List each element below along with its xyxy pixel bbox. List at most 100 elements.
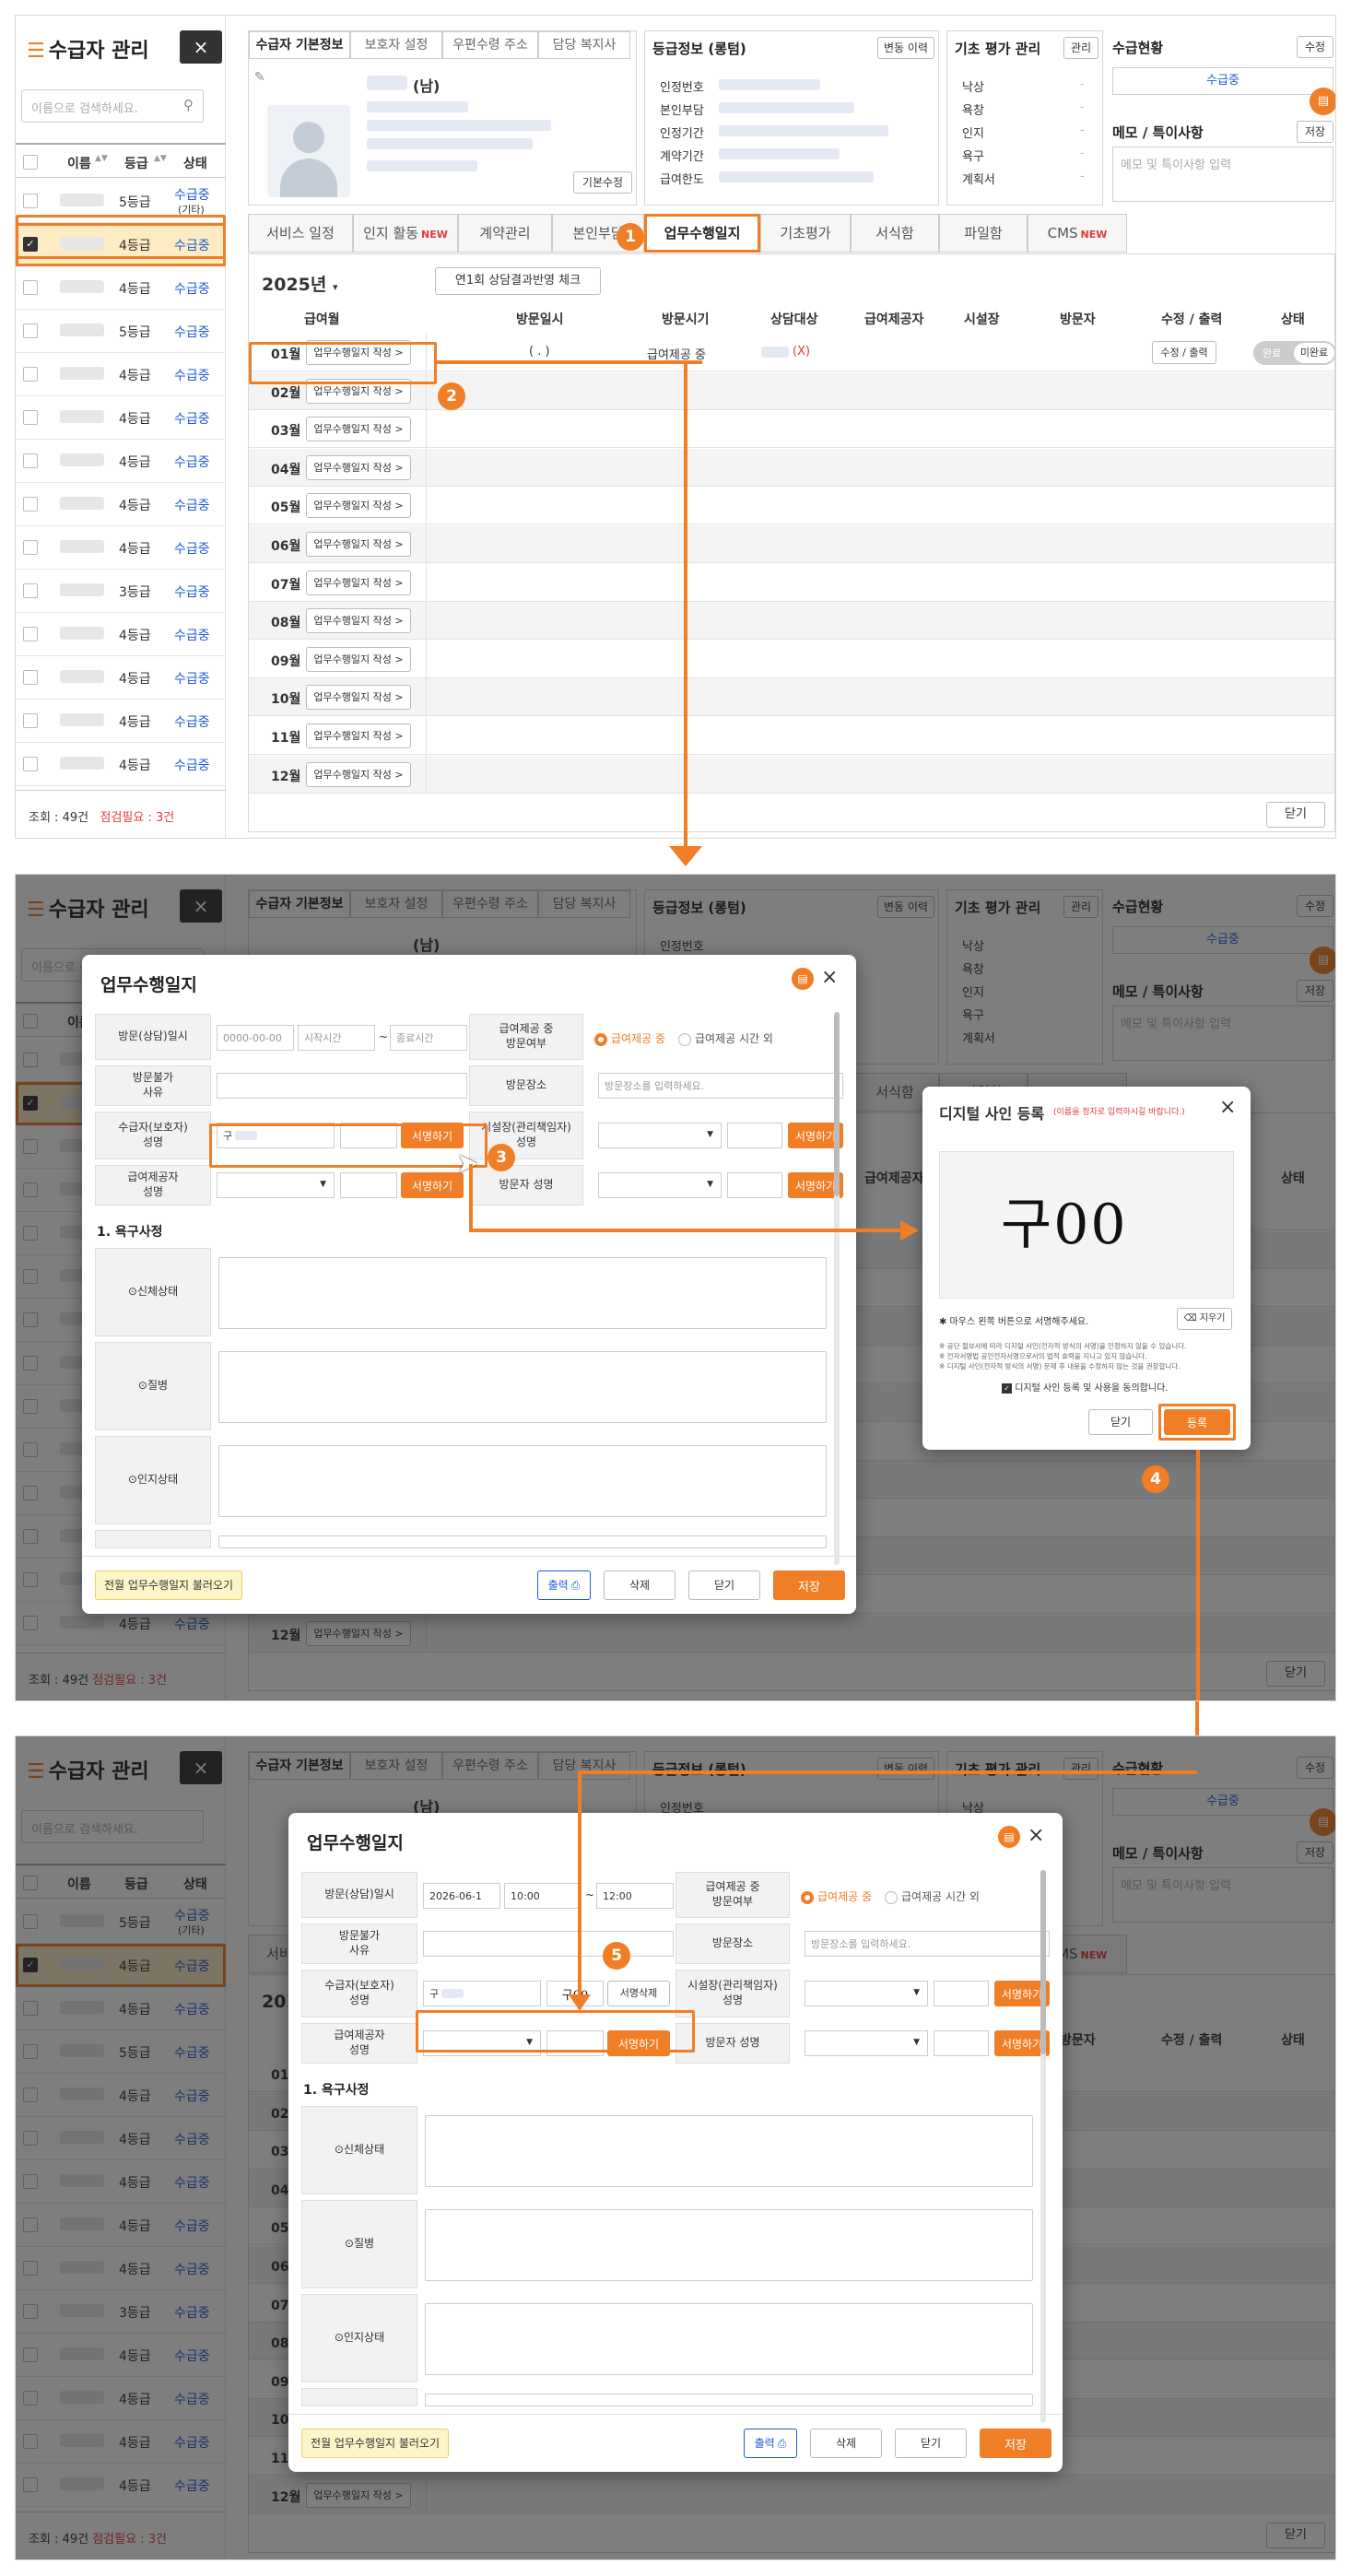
end-time-input[interactable]: 12:00	[596, 1883, 674, 1909]
modal-close-button[interactable]: 닫기	[688, 1570, 760, 1600]
sidebar-row[interactable]: 4등급 수급중	[16, 266, 226, 310]
director-select[interactable]: ▼	[598, 1123, 722, 1148]
visitor-sign-box[interactable]	[934, 2030, 989, 2056]
during-radio-group[interactable]: 급여제공 중 급여제공 시간 외	[801, 1888, 980, 1904]
tab-basic-info[interactable]: 수급자 기본정보	[249, 31, 350, 59]
provider-select[interactable]: ▼	[217, 1172, 335, 1198]
document-icon[interactable]: ▤	[1310, 88, 1335, 115]
radio-icon[interactable]	[885, 1890, 899, 1904]
delete-button[interactable]: 삭제	[604, 1570, 676, 1600]
modal-close-button[interactable]: 닫기	[895, 2429, 967, 2458]
basic-edit-button[interactable]: 기본수정	[573, 171, 632, 194]
write-log-button[interactable]: 업무수행일지 작성 >	[306, 723, 411, 748]
write-log-button[interactable]: 업무수행일지 작성 >	[306, 685, 411, 711]
load-prev-button[interactable]: 전월 업무수행일지 불러오기	[95, 1570, 242, 1600]
tab-0[interactable]: 서비스 일정	[248, 214, 353, 253]
recipient-name[interactable]	[60, 583, 104, 596]
start-time-input[interactable]: 시작시간	[298, 1025, 375, 1051]
recipient-name[interactable]	[60, 367, 104, 380]
write-log-button[interactable]: 업무수행일지 작성 >	[306, 608, 411, 634]
visit-date-input[interactable]: 0000-00-00	[217, 1025, 294, 1051]
scrollbar-thumb[interactable]	[1040, 1870, 1046, 2054]
director-sign-box[interactable]	[934, 1981, 989, 2006]
row-checkbox[interactable]	[23, 540, 38, 555]
tab-8[interactable]: CMSNEW	[1028, 214, 1127, 253]
year-selector[interactable]: 2025년 ▾	[262, 271, 338, 296]
status-toggle[interactable]: 완료 미완료	[1253, 341, 1335, 365]
tab-2[interactable]: 계약관리	[458, 214, 552, 253]
write-log-button[interactable]: 업무수행일지 작성 >	[306, 454, 411, 480]
sidebar-row[interactable]: 4등급 수급중	[16, 743, 226, 786]
recipient-name[interactable]	[60, 410, 104, 423]
recipient-name[interactable]	[60, 453, 104, 466]
sidebar-close-button[interactable]: ×	[180, 30, 222, 64]
provider-sign-box[interactable]	[340, 1172, 397, 1198]
sign-delete-button[interactable]: 서명삭제	[607, 1981, 670, 2006]
visitor-select[interactable]: ▼	[598, 1172, 722, 1198]
sidebar-row[interactable]: 4등급 수급중	[16, 613, 226, 656]
director-sign-box[interactable]	[727, 1123, 782, 1148]
row-checkbox[interactable]	[23, 670, 38, 685]
write-log-button[interactable]: 업무수행일지 작성 >	[306, 532, 411, 557]
end-time-input[interactable]: 종료시간	[390, 1025, 467, 1051]
col-name[interactable]: 이름	[67, 154, 91, 172]
status-edit-button[interactable]: 수정	[1297, 36, 1333, 58]
search-icon[interactable]: ⚲	[183, 97, 194, 113]
place-input[interactable]: 방문장소를 입력하세요.	[805, 1931, 1050, 1957]
need-textarea[interactable]	[218, 1257, 827, 1329]
recipient-name[interactable]	[60, 323, 104, 336]
print-button[interactable]: 출력 ⎙	[537, 1570, 591, 1600]
write-log-button[interactable]: 업무수행일지 작성 >	[306, 570, 411, 595]
sidebar-row[interactable]: 4등급 수급중	[16, 526, 226, 570]
row-checkbox[interactable]	[23, 194, 38, 208]
write-log-button[interactable]: 업무수행일지 작성 >	[306, 417, 411, 442]
need-textarea-cut[interactable]	[218, 1535, 827, 1548]
select-all-checkbox[interactable]	[23, 155, 38, 170]
change-log-button[interactable]: 변동 이력	[877, 37, 934, 59]
visitor-sign-box[interactable]	[727, 1172, 782, 1198]
recipient-name[interactable]	[60, 194, 104, 206]
write-log-button[interactable]: 업무수행일지 작성 >	[306, 761, 411, 787]
unable-reason-input[interactable]	[423, 1931, 674, 1957]
save-button[interactable]: 저장	[980, 2429, 1051, 2458]
radio-icon[interactable]	[678, 1032, 692, 1046]
signature-pad[interactable]: 구00	[939, 1151, 1234, 1299]
place-input[interactable]: 방문장소를 입력하세요.	[598, 1073, 843, 1099]
tab-6[interactable]: 서식함	[851, 214, 939, 253]
tab-7[interactable]: 파일함	[939, 214, 1028, 253]
edit-print-button[interactable]: 수정 / 출력	[1152, 341, 1216, 364]
need-textarea[interactable]	[425, 2303, 1033, 2375]
document-icon[interactable]: ▤	[792, 968, 814, 990]
tab-5[interactable]: 기초평가	[760, 214, 851, 253]
col-grade[interactable]: 등급	[124, 154, 148, 172]
need-textarea[interactable]	[218, 1351, 827, 1423]
sign-close-button[interactable]: 닫기	[1088, 1409, 1153, 1435]
row-checkbox[interactable]	[23, 453, 38, 468]
tab-guardian[interactable]: 보호자 설정	[350, 31, 442, 59]
sort-icon[interactable]: ▲▼	[154, 154, 167, 163]
row-checkbox[interactable]	[23, 410, 38, 425]
sidebar-row[interactable]: 4등급 수급중	[16, 656, 226, 700]
sidebar-row[interactable]: 4등급 수급중	[16, 396, 226, 440]
need-textarea-cut[interactable]	[425, 2394, 1033, 2406]
delete-button[interactable]: 삭제	[810, 2429, 882, 2458]
sort-icon[interactable]: ▲▼	[95, 154, 108, 163]
recipient-name[interactable]	[60, 540, 104, 553]
clear-button[interactable]: ⌫ 지우기	[1177, 1308, 1232, 1330]
row-checkbox[interactable]	[23, 757, 38, 771]
print-button[interactable]: 출력 ⎙	[744, 2429, 797, 2458]
director-select[interactable]: ▼	[805, 1981, 928, 2006]
need-textarea[interactable]	[218, 1445, 827, 1517]
row-checkbox[interactable]	[23, 713, 38, 728]
sidebar-row[interactable]: 3등급 수급중	[16, 570, 226, 613]
document-icon[interactable]: ▤	[998, 1826, 1020, 1848]
row-checkbox[interactable]	[23, 627, 38, 641]
close-icon[interactable]: ×	[1028, 1824, 1044, 1847]
tab-1[interactable]: 인지 활동NEW	[353, 214, 458, 253]
visitor-select[interactable]: ▼	[805, 2030, 928, 2056]
save-button[interactable]: 저장	[773, 1570, 845, 1600]
row-checkbox[interactable]	[23, 323, 38, 338]
row-checkbox[interactable]	[23, 280, 38, 295]
need-textarea[interactable]	[425, 2209, 1033, 2281]
tab-mail-address[interactable]: 우편수령 주소	[442, 31, 538, 59]
